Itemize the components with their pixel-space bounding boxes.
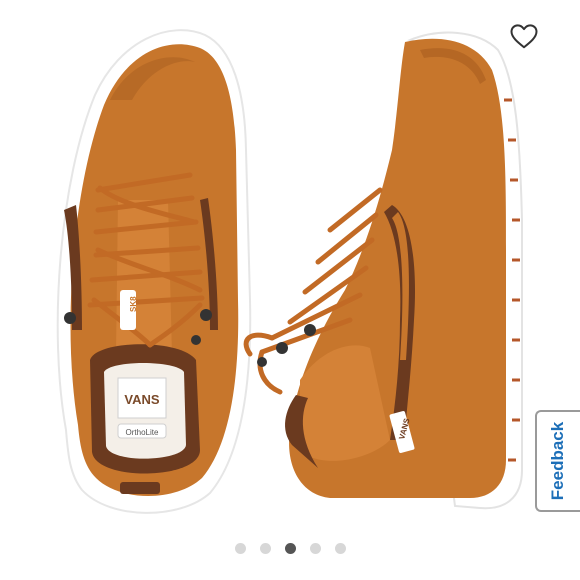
carousel-dot-active[interactable] <box>284 543 296 554</box>
feedback-tab[interactable]: Feedback <box>535 410 580 512</box>
left-shoe: VANS OrthoLite SK8 <box>56 29 252 514</box>
svg-text:VANS: VANS <box>124 392 159 407</box>
right-shoe: VANS <box>243 31 523 510</box>
svg-text:OrthoLite: OrthoLite <box>126 428 159 437</box>
favorite-button[interactable] <box>506 18 542 54</box>
heart-outline-icon <box>510 24 538 49</box>
product-image: VANS OrthoLite SK8 VANS <box>56 29 523 514</box>
carousel-dot[interactable] <box>234 543 246 554</box>
carousel-dots <box>0 543 580 554</box>
svg-text:SK8: SK8 <box>129 296 138 312</box>
feedback-label: Feedback <box>548 421 568 501</box>
carousel-dot[interactable] <box>334 543 346 554</box>
carousel-dot[interactable] <box>259 543 271 554</box>
carousel-dot[interactable] <box>309 543 321 554</box>
